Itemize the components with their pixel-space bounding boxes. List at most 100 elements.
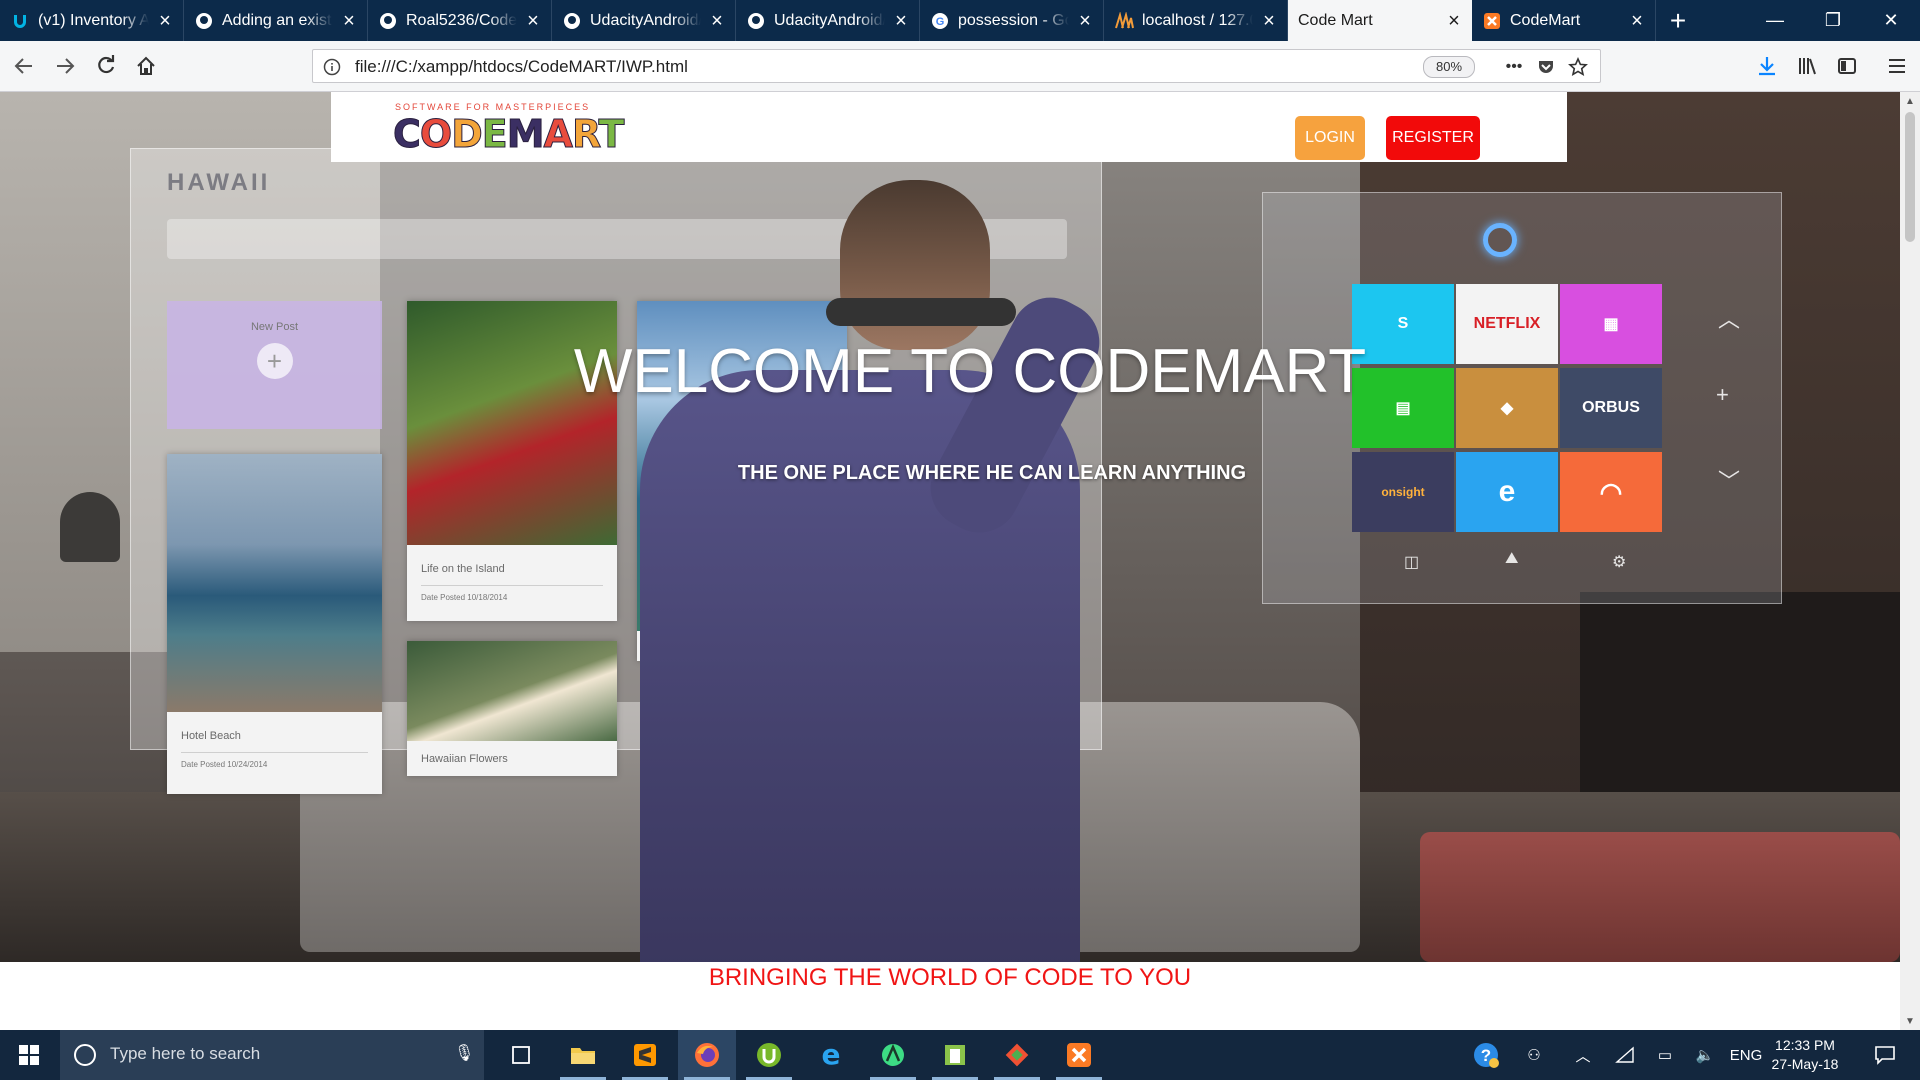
plus-icon: +	[1716, 382, 1729, 407]
site-header: SOFTWARE FOR MASTERPIECES CODEMART LOGIN…	[331, 92, 1567, 162]
notification-icon[interactable]	[1860, 1030, 1910, 1080]
hologram-card-flowers: Hawaiian Flowers	[407, 641, 617, 776]
windows-taskbar: Type here to search 🎙 e ? ⚇ ︿ ▭ 🔈 ENG 12…	[0, 1030, 1920, 1080]
close-icon[interactable]: ×	[525, 11, 541, 31]
start-button[interactable]	[0, 1030, 58, 1080]
clock-date: 27-May-18	[1771, 1056, 1839, 1072]
back-button[interactable]	[7, 49, 41, 83]
close-icon[interactable]: ×	[1261, 11, 1277, 31]
url-text[interactable]: file:///C:/xampp/htdocs/CodeMART/IWP.htm…	[355, 57, 688, 77]
close-icon[interactable]: ×	[893, 11, 909, 31]
help-icon[interactable]: ?	[1466, 1030, 1506, 1080]
reload-button[interactable]	[89, 49, 123, 83]
app-tile-5: ◆	[1456, 368, 1558, 448]
tab-inventory[interactable]: (v1) Inventory Ap ×	[0, 0, 184, 41]
page-viewport: HAWAII New Post + Life on the Island Dat…	[0, 92, 1900, 1030]
phpmyadmin-icon	[1114, 11, 1134, 31]
cortana-search-icon	[74, 1044, 96, 1066]
tab-possession-google[interactable]: G possession - Goo ×	[920, 0, 1104, 41]
taskbar-search[interactable]: Type here to search 🎙	[60, 1030, 484, 1080]
orbus-tile: ORBUS	[1560, 368, 1662, 448]
android-studio-icon[interactable]	[864, 1030, 922, 1080]
close-icon[interactable]: ×	[1446, 11, 1462, 31]
url-bar[interactable]: file:///C:/xampp/htdocs/CodeMART/IWP.htm…	[312, 49, 1601, 83]
menu-button[interactable]	[1880, 49, 1914, 83]
zoom-level[interactable]: 80%	[1423, 56, 1475, 78]
file-explorer-icon[interactable]	[554, 1030, 612, 1080]
minimize-icon[interactable]: —	[1746, 0, 1804, 41]
microphone-icon[interactable]: 🎙	[454, 1043, 474, 1063]
taskbar-clock[interactable]: 12:33 PM 27-May-18	[1760, 1036, 1850, 1074]
chevron-up-icon: ︿	[1718, 307, 1741, 332]
volume-icon[interactable]: 🔈	[1688, 1030, 1722, 1080]
scroll-up-icon[interactable]: ▲	[1900, 92, 1920, 110]
github-icon	[562, 11, 582, 31]
library-icon	[1799, 58, 1816, 75]
hero-subtitle: THE ONE PLACE WHERE HE CAN LEARN ANYTHIN…	[737, 462, 1247, 484]
close-icon[interactable]: ×	[1629, 11, 1645, 31]
pocket-icon[interactable]	[1535, 56, 1557, 78]
close-icon[interactable]: ×	[709, 11, 725, 31]
xampp-icon	[1482, 11, 1502, 31]
hero-ottoman	[1420, 832, 1900, 962]
utorrent-icon[interactable]	[740, 1030, 798, 1080]
people-icon[interactable]: ⚇	[1516, 1030, 1552, 1080]
wifi-icon[interactable]	[1608, 1030, 1642, 1080]
close-icon[interactable]: ×	[341, 11, 357, 31]
hologram-card-beach: Hotel Beach Date Posted 10/24/2014	[167, 454, 382, 794]
window-close-icon[interactable]: ✕	[1862, 0, 1920, 41]
scroll-down-icon[interactable]: ▼	[1900, 1012, 1920, 1030]
task-view-icon[interactable]	[492, 1030, 550, 1080]
plumeria-photo	[407, 641, 617, 741]
notepad-icon[interactable]	[926, 1030, 984, 1080]
cortana-icon	[1483, 223, 1517, 257]
tab-localhost[interactable]: localhost / 127.0 ×	[1104, 0, 1288, 41]
scroll-thumb[interactable]	[1905, 112, 1915, 242]
xampp-icon[interactable]	[1050, 1030, 1108, 1080]
logo-letter: O	[419, 112, 452, 156]
search-placeholder[interactable]: Type here to search	[110, 1044, 260, 1064]
new-post-label: New Post	[250, 321, 299, 333]
library-button[interactable]	[1790, 49, 1824, 83]
bookmark-star-icon[interactable]	[1567, 56, 1589, 78]
edge-icon[interactable]: e	[802, 1030, 860, 1080]
headset-icon	[826, 298, 1016, 326]
git-icon[interactable]	[988, 1030, 1046, 1080]
site-tagline: BRINGING THE WORLD OF CODE TO YOU	[708, 964, 1192, 991]
new-tab-button[interactable]: +	[1656, 0, 1700, 41]
chevron-up-icon[interactable]: ︿	[1566, 1030, 1600, 1080]
codemart-logo[interactable]: CODEMART	[393, 112, 625, 156]
photos-icon: ⛰	[1505, 550, 1519, 567]
close-icon[interactable]: ×	[157, 11, 173, 31]
camera-icon: ◫	[1404, 554, 1420, 571]
firefox-icon[interactable]	[678, 1030, 736, 1080]
logo-letter: D	[451, 112, 484, 156]
register-button[interactable]: REGISTER	[1386, 116, 1480, 160]
clock-time: 12:33 PM	[1775, 1037, 1835, 1053]
info-icon[interactable]	[323, 58, 341, 81]
github-icon	[746, 11, 766, 31]
page-scrollbar[interactable]: ▲ ▼	[1900, 92, 1920, 1030]
google-icon: G	[930, 11, 950, 31]
logo-letter: R	[571, 112, 600, 156]
home-button[interactable]	[129, 49, 163, 83]
tab-udacity-android-1[interactable]: UdacityAndroid/ ×	[552, 0, 736, 41]
login-button[interactable]: LOGIN	[1295, 116, 1365, 160]
tab-code-mart[interactable]: Code Mart ×	[1288, 0, 1472, 41]
battery-icon[interactable]: ▭	[1648, 1030, 1682, 1080]
page-actions-icon[interactable]: •••	[1503, 56, 1525, 78]
restore-icon[interactable]: ❐	[1804, 0, 1862, 41]
tab-roal5236[interactable]: Roal5236/Code ×	[368, 0, 552, 41]
tab-adding-existing[interactable]: Adding an existi ×	[184, 0, 368, 41]
svg-text:e: e	[822, 1041, 841, 1069]
tab-udacity-android-2[interactable]: UdacityAndroid/ ×	[736, 0, 920, 41]
hero-lamp	[60, 492, 120, 562]
downloads-button[interactable]	[1750, 49, 1784, 83]
close-icon[interactable]: ×	[1077, 11, 1093, 31]
sublime-icon[interactable]	[616, 1030, 674, 1080]
sidebar-button[interactable]	[1830, 49, 1864, 83]
tab-codemart-xampp[interactable]: CodeMart ×	[1472, 0, 1656, 41]
udacity-icon	[10, 11, 30, 31]
tab-strip: (v1) Inventory Ap × Adding an existi × R…	[0, 0, 1920, 41]
forward-button[interactable]	[48, 49, 82, 83]
